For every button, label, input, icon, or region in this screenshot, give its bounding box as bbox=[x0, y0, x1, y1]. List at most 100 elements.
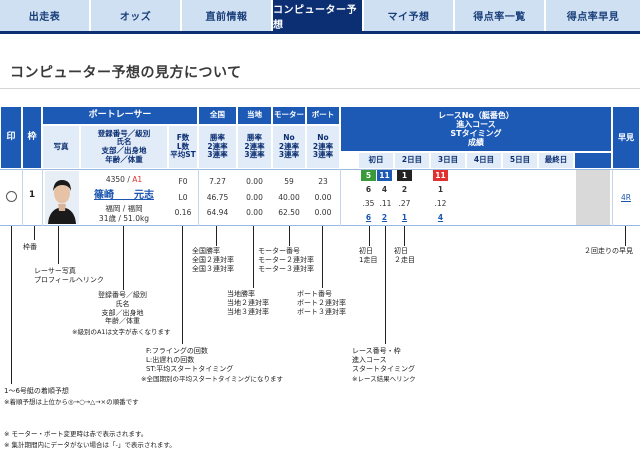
leader-line bbox=[369, 226, 370, 246]
racer-name-link[interactable]: 篠崎 元志 bbox=[80, 186, 168, 201]
annotation-motor: モーター番号 モーター２連対率 モーター３連対率 bbox=[258, 247, 314, 273]
leader-line bbox=[216, 226, 217, 246]
tab-score-list[interactable]: 得点率一覧 bbox=[455, 0, 546, 31]
annotation-mark: 1～6号艇の着順予想 bbox=[4, 387, 69, 395]
header-day2: 2日目 bbox=[394, 152, 430, 169]
national-2ren-rate: 46.75 bbox=[206, 193, 229, 202]
boat-number: 23 bbox=[318, 177, 328, 186]
race-no-cell: 11 bbox=[377, 170, 392, 181]
course-cell: 2 bbox=[401, 185, 408, 194]
avg-st: 0.16 bbox=[174, 208, 192, 217]
title-divider bbox=[0, 88, 640, 89]
local-win-rate: 0.00 bbox=[246, 177, 263, 186]
hayami-link[interactable]: 4R bbox=[612, 193, 640, 202]
waku-number: 1 bbox=[28, 190, 36, 200]
leader-line bbox=[253, 226, 254, 288]
annotation-day1-race1: 初日 1走目 bbox=[359, 247, 378, 264]
header-day3: 3日目 bbox=[430, 152, 466, 169]
annotation-race-note: ※レース結果ヘリンク bbox=[352, 375, 416, 383]
tab-shussouhyou[interactable]: 出走表 bbox=[0, 0, 91, 31]
header-day4: 4日目 bbox=[466, 152, 502, 169]
tab-computer-yosou[interactable]: コンピューター予想 bbox=[273, 0, 364, 31]
annotation-local: 当地勝率 当地２連対率 当地３連対率 bbox=[227, 290, 269, 316]
result-link[interactable]: 6 bbox=[361, 212, 376, 223]
row-divider bbox=[340, 169, 341, 226]
header-rates-national: 勝率 2連率 3連率 bbox=[198, 125, 237, 169]
leader-line bbox=[625, 226, 626, 246]
annotation-f-l-st-note: ※全国期別の平均スタートタイミングになります bbox=[141, 375, 283, 383]
annotation-reg-note: ※級別のA1は文字が赤くなります bbox=[72, 328, 171, 336]
motor-number: 59 bbox=[284, 177, 294, 186]
course-cell: 1 bbox=[437, 185, 444, 194]
local-3ren-rate: 0.00 bbox=[246, 208, 263, 217]
st-cell: .35 bbox=[362, 199, 375, 208]
header-f-l-st: F数 L数 平均ST bbox=[168, 125, 198, 169]
st-cell: .27 bbox=[398, 199, 411, 208]
race-no-cell: 5 bbox=[361, 170, 376, 181]
tab-my-yosou[interactable]: マイ予想 bbox=[364, 0, 455, 31]
national-win-rate: 7.27 bbox=[209, 177, 226, 186]
boat-3ren-rate: 0.00 bbox=[314, 208, 332, 217]
annotation-f-l-st: F:フライングの回数 L:出遅れの回数 ST:平均スタートタイミング bbox=[146, 347, 234, 373]
header-waku: 枠 bbox=[22, 106, 42, 169]
annotation-national: 全国勝率 全国２連対率 全国３連対率 bbox=[192, 247, 234, 273]
l-count: L0 bbox=[178, 193, 188, 202]
header-day1: 初日 bbox=[358, 152, 394, 169]
leader-line bbox=[58, 226, 59, 264]
header-day-final: 最終日 bbox=[538, 152, 574, 169]
result-link[interactable]: 1 bbox=[397, 212, 412, 223]
header-day5: 5日目 bbox=[502, 152, 538, 169]
result-link[interactable]: 4 bbox=[433, 212, 448, 223]
racer-age-weight: 31歳 / 51.0kg bbox=[98, 214, 150, 223]
annotation-boat: ボート番号 ボート２連対率 ボート３連対率 bbox=[297, 290, 346, 316]
annotation-photo: レーサー写真 プロフィールヘリンク bbox=[34, 267, 104, 284]
annotation-hayami: ２回走りの早見 bbox=[584, 247, 633, 255]
nav-bar: 出走表 オッズ 直前情報 コンピューター予想 マイ予想 得点率一覧 得点率早見 bbox=[0, 0, 640, 31]
racer-photo[interactable] bbox=[45, 171, 79, 224]
header-motor: モーター bbox=[272, 106, 306, 125]
leader-line bbox=[385, 226, 386, 344]
annotation-reg: 登録番号／級別 氏名 支部／出身地 年齢／体重 bbox=[98, 291, 147, 326]
leader-line bbox=[182, 226, 183, 344]
nav-underline bbox=[0, 31, 640, 34]
header-touchi: 当地 bbox=[237, 106, 272, 125]
page-title: コンピューター予想の見方について bbox=[10, 65, 242, 81]
leader-line bbox=[322, 226, 323, 288]
header-rates-motor: No 2連率 3連率 bbox=[272, 125, 306, 169]
tab-chokuzen[interactable]: 直前情報 bbox=[182, 0, 273, 31]
st-cell: .12 bbox=[434, 199, 447, 208]
leader-line bbox=[123, 226, 124, 290]
header-boat: ボート bbox=[306, 106, 340, 125]
mark-radio[interactable] bbox=[6, 191, 17, 202]
row-divider bbox=[42, 169, 43, 226]
race-no-cell: 11 bbox=[433, 170, 448, 181]
annotation-mark-note: ※着順予想は上位から◎→○→△→×の順番です bbox=[4, 398, 139, 406]
header-hayami: 早見 bbox=[612, 106, 640, 169]
header-boat-racer: ボートレーサー bbox=[42, 106, 198, 125]
tab-odds[interactable]: オッズ bbox=[91, 0, 182, 31]
motor-2ren-rate: 40.00 bbox=[278, 193, 300, 202]
header-rates-boat: No 2連率 3連率 bbox=[306, 125, 340, 169]
race-grid-blank bbox=[576, 170, 610, 225]
annotation-waku: 枠番 bbox=[23, 243, 37, 251]
annotation-race: レース番号・枠 進入コース スタートタイミング bbox=[352, 347, 415, 373]
header-race-info: レースNo（艇番色） 進入コース STタイミング 成績 bbox=[340, 106, 612, 152]
result-link[interactable]: 2 bbox=[377, 212, 392, 223]
national-3ren-rate: 64.94 bbox=[206, 208, 229, 217]
reg-grade: 4350 / A1 bbox=[105, 175, 143, 184]
racer-portrait-icon bbox=[45, 171, 79, 224]
header-mark: 印 bbox=[0, 106, 22, 169]
motor-3ren-rate: 62.50 bbox=[278, 208, 300, 217]
footnote-motor-boat: ※ モーター・ボート変更時は赤で表示されます。 bbox=[4, 430, 148, 438]
tab-score-hayami[interactable]: 得点率早見 bbox=[546, 0, 640, 31]
header-reg-info: 登録番号／級別 氏名 支部／出身地 年齢／体重 bbox=[80, 125, 168, 169]
race-no-cell: 1 bbox=[397, 170, 412, 181]
leader-line bbox=[289, 226, 290, 246]
leader-line bbox=[404, 226, 405, 246]
local-2ren-rate: 0.00 bbox=[246, 193, 263, 202]
course-cell: 4 bbox=[381, 185, 388, 194]
boat-2ren-rate: 0.00 bbox=[314, 193, 332, 202]
header-rates-local: 勝率 2連率 3連率 bbox=[237, 125, 272, 169]
annotation-day1-race2: 初日 ２走目 bbox=[394, 247, 415, 264]
f-count: F0 bbox=[178, 177, 188, 186]
